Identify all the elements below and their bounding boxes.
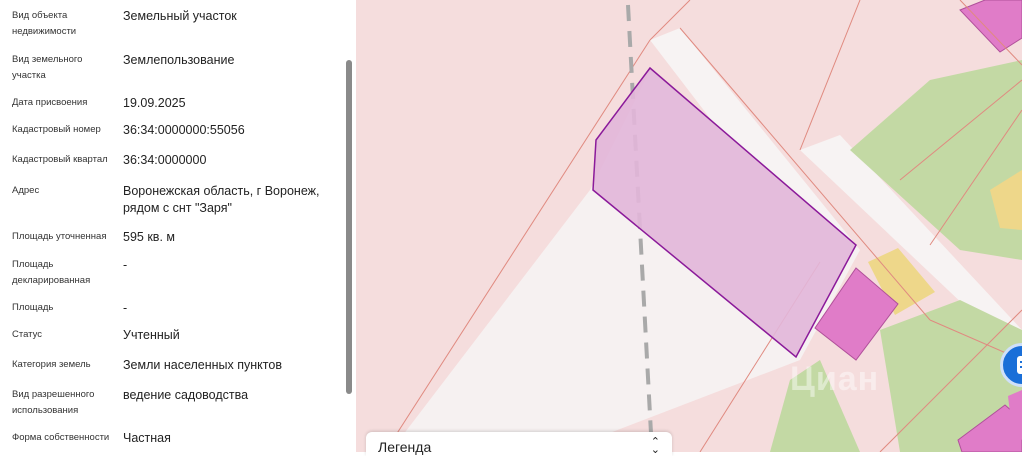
panel-scrollbar[interactable] (346, 60, 352, 394)
property-value: ведение садоводства (123, 388, 249, 402)
property-value: 36:34:0000000 (123, 153, 207, 167)
property-label: Вид земельного участка (12, 54, 83, 81)
legend-panel[interactable]: Легенда ⌃ ⌄ (366, 432, 672, 456)
property-value: Землепользование (123, 53, 235, 67)
property-label: Статус (12, 329, 43, 340)
property-value: 19.09.2025 (123, 96, 186, 110)
property-label: Форма собственности (12, 432, 110, 443)
chat-button-icon (1017, 356, 1022, 374)
cadastral-map[interactable] (356, 0, 1022, 452)
property-label: Вид объекта недвижимости (12, 10, 77, 37)
property-label: Кадастровый номер (12, 124, 101, 135)
property-value: 595 кв. м (123, 230, 175, 244)
property-value[interactable]: 36:34:0000000:55056 (123, 122, 338, 139)
property-label: Площадь декларированная (12, 259, 91, 286)
property-label: Дата присвоения (12, 97, 88, 108)
property-label: Площадь (12, 302, 54, 313)
map-canvas[interactable] (356, 0, 1022, 452)
property-label: Вид разрешенного использования (12, 389, 95, 416)
property-value: Земли населенных пунктов (123, 358, 282, 372)
property-label: Площадь уточненная (12, 231, 107, 242)
property-value: Учтенный (123, 328, 180, 342)
property-label: Категория земель (12, 359, 91, 370)
map-watermark: Циан (790, 360, 880, 398)
legend-title: Легенда (378, 439, 432, 455)
property-info-panel: Вид объекта недвижимости Земельный участ… (0, 0, 356, 452)
property-value: Земельный участок (123, 9, 237, 23)
property-value: Воронежская область, г Воронеж, рядом с … (123, 184, 320, 215)
property-label: Кадастровый квартал (12, 154, 108, 165)
property-value: - (123, 258, 128, 272)
property-label: Адрес (12, 185, 40, 196)
property-value: - (123, 301, 128, 315)
property-value: Частная (123, 431, 171, 445)
